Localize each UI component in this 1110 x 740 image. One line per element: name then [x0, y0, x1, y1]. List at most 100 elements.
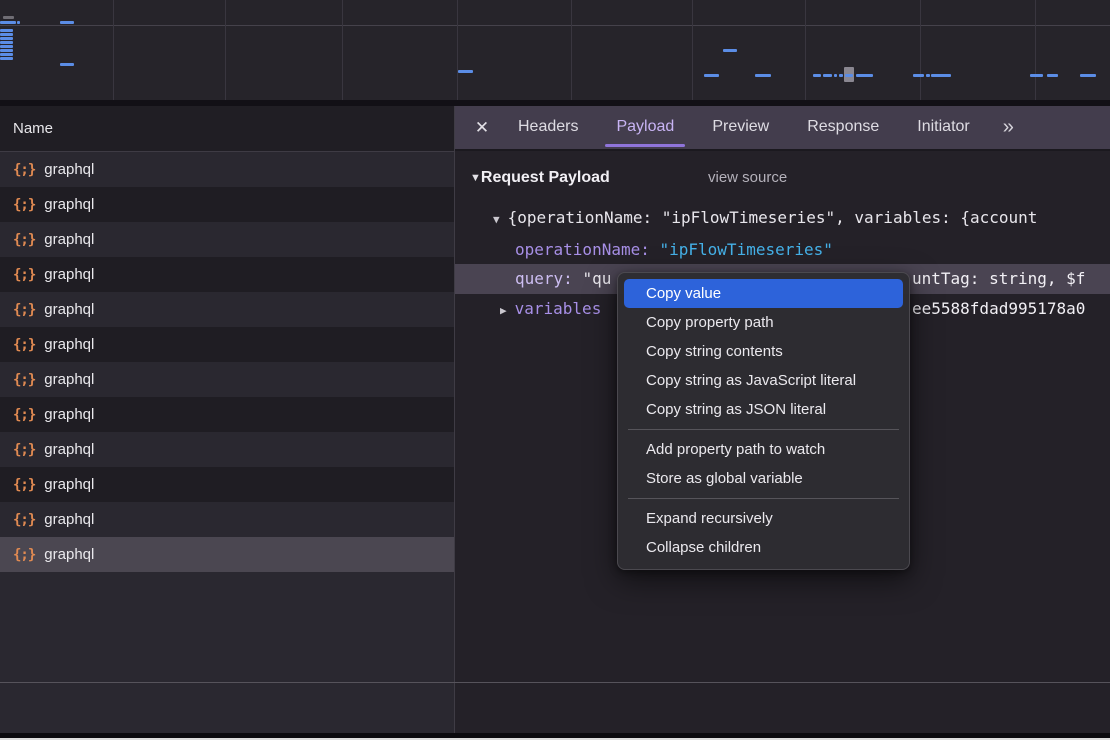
root-preview-text: {operationName: "ipFlowTimeseries", vari…	[508, 208, 1038, 227]
request-list-empty-area	[0, 572, 454, 740]
tab-initiator[interactable]: Initiator	[898, 105, 988, 150]
menu-item-expand-recursively[interactable]: Expand recursively	[618, 504, 909, 533]
waterfall-bar-gray	[3, 16, 14, 19]
request-name-label: graphql	[44, 301, 94, 318]
waterfall-bar	[926, 74, 930, 77]
menu-item-copy-string-contents[interactable]: Copy string contents	[618, 337, 909, 366]
overview-gridline	[342, 0, 343, 100]
overview-gridline	[692, 0, 693, 100]
table-row[interactable]: {;} graphql	[0, 222, 454, 257]
fetch-icon: {;}	[13, 267, 35, 283]
network-overview-timeline[interactable]	[0, 0, 1110, 100]
name-column-header[interactable]: Name	[0, 106, 454, 152]
devtools-network-panel: Name {;} graphql {;} graphql {;} graphql {;} gr…	[0, 0, 1110, 740]
waterfall-bar	[17, 21, 20, 24]
waterfall-bar	[1047, 74, 1058, 77]
footer-divider	[0, 682, 1110, 683]
tab-payload[interactable]: Payload	[597, 105, 693, 150]
property-value-right-fragment: ee5588fdad995178a0	[912, 294, 1085, 324]
collapse-triangle-icon[interactable]: ▼	[470, 172, 481, 184]
waterfall-bar	[834, 74, 837, 77]
close-icon[interactable]: ✕	[465, 118, 499, 138]
request-name-label: graphql	[44, 266, 94, 283]
table-row[interactable]: {;}graphql	[0, 152, 454, 187]
overview-gridline	[1035, 0, 1036, 100]
table-row[interactable]: {;}graphql	[0, 187, 454, 222]
waterfall-bar	[0, 33, 13, 36]
waterfall-bar	[0, 53, 13, 56]
payload-root-row[interactable]: ▼ {operationName: "ipFlowTimeseries", var…	[493, 208, 1110, 227]
waterfall-bar	[823, 74, 832, 77]
request-name-label: graphql	[44, 196, 94, 213]
fetch-icon: {;}	[13, 372, 35, 388]
waterfall-bar	[1080, 74, 1096, 77]
request-payload-section[interactable]: ▼Request Payload	[470, 169, 1110, 187]
menu-item-copy-string-as-json-literal[interactable]: Copy string as JSON literal	[618, 395, 909, 424]
waterfall-bar	[723, 49, 737, 52]
overview-gridline	[225, 0, 226, 100]
expand-triangle-icon[interactable]: ▼	[493, 213, 500, 226]
expand-triangle-icon[interactable]: ▶	[500, 304, 507, 317]
menu-item-copy-property-path[interactable]: Copy property path	[618, 308, 909, 337]
table-row[interactable]: {;} graphql	[0, 467, 454, 502]
waterfall-bar	[839, 74, 843, 77]
table-row[interactable]: {;} graphql	[0, 537, 454, 572]
fetch-icon: {;}	[13, 442, 35, 458]
operation-name-row[interactable]: operationName: "ipFlowTimeseries"	[515, 240, 1110, 259]
menu-item-copy-string-as-javascript-literal[interactable]: Copy string as JavaScript literal	[618, 366, 909, 395]
menu-item-add-property-path-to-watch[interactable]: Add property path to watch	[618, 435, 909, 464]
table-row[interactable]: {;}graphql	[0, 397, 454, 432]
table-row[interactable]: {;} graphql	[0, 362, 454, 397]
waterfall-bar	[931, 74, 951, 77]
table-row[interactable]: {;} graphql	[0, 432, 454, 467]
table-row[interactable]: {;} graphql	[0, 292, 454, 327]
fetch-icon: {;}	[13, 302, 35, 318]
tab-headers[interactable]: Headers	[499, 105, 597, 150]
waterfall-bar	[813, 74, 821, 77]
fetch-icon: {;}	[13, 512, 35, 528]
property-key: variables	[515, 299, 602, 318]
property-value: "ipFlowTimeseries"	[660, 240, 833, 259]
request-name-label: graphql	[44, 231, 94, 248]
waterfall-bar	[0, 21, 16, 24]
request-name-label: graphql	[44, 476, 94, 493]
waterfall-bar	[0, 29, 13, 32]
table-row[interactable]: {;} graphql	[0, 502, 454, 537]
fetch-icon: {;}	[13, 162, 35, 178]
waterfall-bar	[1030, 74, 1043, 77]
menu-item-collapse-children[interactable]: Collapse children	[618, 533, 909, 562]
fetch-icon: {;}	[13, 232, 35, 248]
fetch-icon: {;}	[13, 477, 35, 493]
waterfall-bar	[0, 45, 13, 48]
fetch-icon: {;}	[13, 337, 35, 353]
table-row[interactable]: {;}graphql	[0, 327, 454, 362]
view-source-link[interactable]: view source	[708, 169, 787, 186]
tab-preview[interactable]: Preview	[693, 105, 788, 150]
waterfall-bar	[60, 21, 74, 24]
more-tabs-icon[interactable]: »	[989, 116, 1026, 139]
name-column-label: Name	[13, 120, 53, 137]
table-row[interactable]: {;} graphql	[0, 257, 454, 292]
detail-tab-bar: ✕ HeadersPayloadPreviewResponseInitiator…	[455, 106, 1110, 151]
waterfall-bar	[458, 70, 473, 73]
request-name-label: graphql	[44, 441, 94, 458]
overview-horizontal-gridline	[0, 25, 1110, 26]
overview-gridline	[920, 0, 921, 100]
waterfall-bar	[704, 74, 719, 77]
fetch-icon: {;}	[13, 407, 35, 423]
waterfall-bar	[0, 37, 13, 40]
menu-item-store-as-global-variable[interactable]: Store as global variable	[618, 464, 909, 493]
property-key: operationName:	[515, 240, 650, 259]
tabs: HeadersPayloadPreviewResponseInitiator	[499, 105, 989, 150]
request-name-label: graphql	[44, 371, 94, 388]
request-name-label: graphql	[44, 511, 94, 528]
waterfall-bar	[755, 74, 771, 77]
menu-item-copy-value[interactable]: Copy value	[624, 279, 903, 308]
waterfall-bar	[0, 49, 13, 52]
property-key: query:	[515, 269, 573, 288]
context-menu: Copy valueCopy property pathCopy string …	[617, 272, 910, 570]
request-name-label: graphql	[44, 546, 94, 563]
tab-response[interactable]: Response	[788, 105, 898, 150]
menu-divider	[628, 429, 899, 430]
fetch-icon: {;}	[13, 547, 35, 563]
